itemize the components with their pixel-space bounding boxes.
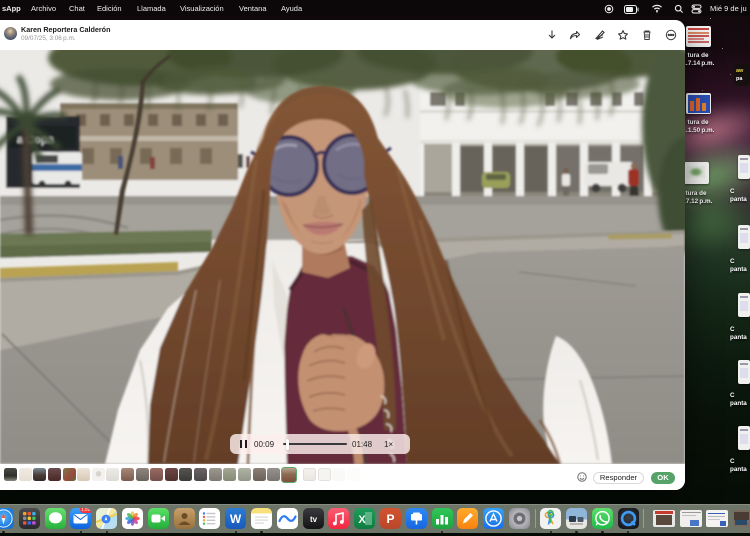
svg-text:tv: tv — [310, 515, 318, 524]
svg-text:X: X — [359, 514, 367, 526]
svg-text:W: W — [230, 512, 242, 526]
svg-text:P: P — [386, 512, 394, 526]
